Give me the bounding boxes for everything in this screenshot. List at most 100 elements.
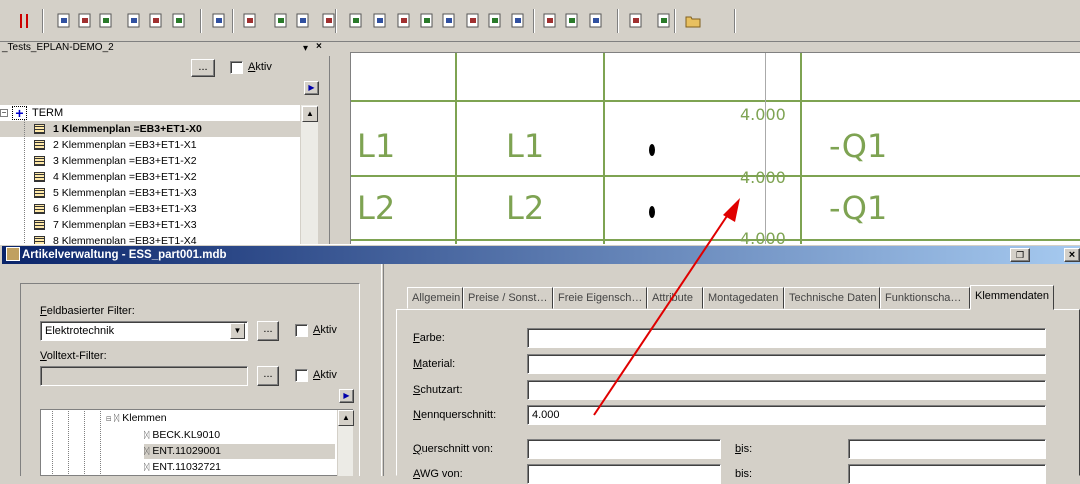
frame-icon[interactable] (540, 11, 558, 29)
tab-klemmendaten[interactable]: Klemmendaten (970, 285, 1054, 310)
tree-item-label: 3 Klemmenplan =EB3+ET1-X2 (53, 155, 197, 167)
volltext-aktiv-label: Aktiv (313, 369, 337, 381)
project-icon: + (12, 106, 27, 120)
parts-tree-item[interactable]: ᛞ ENT.11032721 (144, 460, 335, 475)
app-icon (6, 247, 20, 261)
cross-ref-icon[interactable] (319, 11, 337, 29)
aktiv-checkbox[interactable] (230, 61, 243, 74)
pane-expand-button[interactable]: ▶ (339, 389, 354, 403)
panel-title: _Tests_EPLAN-DEMO_2 (0, 42, 330, 56)
bis-input-1[interactable] (848, 439, 1046, 459)
nennquerschnitt-input[interactable]: 4.000 (527, 405, 1046, 425)
copy-icon[interactable] (54, 11, 72, 29)
parts-tree-item[interactable]: ⊟ ᛞ Klemmen (106, 411, 335, 426)
tab-technische-daten[interactable]: Technische Daten (784, 287, 880, 309)
page-icon (34, 236, 45, 244)
tree-item[interactable]: 3 Klemmenplan =EB3+ET1-X2 (0, 153, 300, 169)
select-icon[interactable] (271, 11, 289, 29)
tab-funktionscha[interactable]: Funktionscha… (880, 287, 970, 309)
move-up-icon[interactable] (124, 11, 142, 29)
dialog-title: Artikelverwaltung - ESS_part001.mdb (22, 249, 227, 261)
parts-tree-item[interactable]: ᛞ ENT.11029001 (144, 444, 335, 459)
report-icon[interactable] (240, 11, 258, 29)
cell-q1-b: -Q1 (829, 189, 888, 227)
material-input[interactable] (527, 354, 1046, 374)
connection-dot-2 (649, 206, 655, 218)
collapse-icon[interactable]: − (0, 109, 8, 117)
tree-item[interactable]: 4 Klemmenplan =EB3+ET1-X2 (0, 169, 300, 185)
parts-tree-scrollbar[interactable]: ▲ (337, 410, 354, 476)
aktiv-label: Aktiv (248, 61, 272, 73)
terminal-icon: ᛞ (144, 446, 150, 456)
part-icon[interactable] (394, 11, 412, 29)
plug-icon[interactable] (439, 11, 457, 29)
table-icon[interactable] (209, 11, 227, 29)
stop-icon[interactable] (14, 11, 32, 29)
collapse-icon: ⊟ ᛞ (106, 413, 120, 423)
tree-scrollbar[interactable]: ▲ (300, 105, 318, 244)
querschnitt-von-label: Querschnitt von: (413, 443, 494, 455)
schutzart-input[interactable] (527, 380, 1046, 400)
volltext-aktiv-checkbox[interactable] (295, 369, 308, 382)
open-folder-icon[interactable] (683, 11, 701, 29)
schematic-page[interactable]: L1 L1 -Q1 L2 L2 -Q1 4.000 4.000 4.000 (350, 52, 1080, 248)
filter-aktiv-label: Aktiv (313, 324, 337, 336)
close-button[interactable]: × (1064, 248, 1080, 262)
tree-item[interactable]: 8 Klemmenplan =EB3+ET1-X4 (0, 233, 300, 244)
page-icon (34, 124, 45, 134)
properties-icon[interactable] (96, 11, 114, 29)
move-down-icon[interactable] (146, 11, 164, 29)
tab-montagedaten[interactable]: Montagedaten (703, 287, 784, 309)
device-icon[interactable] (370, 11, 388, 29)
tab-preise-sonst[interactable]: Preise / Sonst… (463, 287, 553, 309)
panel-expand-button[interactable]: ▶ (304, 81, 319, 95)
volltext-browse-button[interactable]: ... (257, 366, 279, 386)
cart-icon[interactable] (626, 11, 644, 29)
page-icon (34, 220, 45, 230)
tree-root-label: TERM (32, 107, 64, 119)
dialog-titlebar: Artikelverwaltung - ESS_part001.mdb (2, 246, 1080, 264)
field-filter-select[interactable]: Elektrotechnik ▼ (40, 321, 248, 341)
tree-item[interactable]: 1 Klemmenplan =EB3+ET1-X0 (0, 121, 300, 137)
tree-item[interactable]: 5 Klemmenplan =EB3+ET1-X3 (0, 185, 300, 201)
panel-menu-icon[interactable]: ▾ (303, 43, 308, 54)
farbe-input[interactable] (527, 328, 1046, 348)
wire-icon[interactable] (463, 11, 481, 29)
tab-freie-eigensch[interactable]: Freie Eigensch… (553, 287, 647, 309)
page-icon (34, 156, 45, 166)
hatch-icon[interactable] (508, 11, 526, 29)
tree-item[interactable]: 2 Klemmenplan =EB3+ET1-X1 (0, 137, 300, 153)
filter-browse-button-2[interactable]: ... (257, 321, 279, 341)
tree-item[interactable]: 7 Klemmenplan =EB3+ET1-X3 (0, 217, 300, 233)
parts-scroll-up-icon[interactable]: ▲ (338, 410, 354, 426)
tab-allgemein[interactable]: Allgemein (407, 287, 463, 309)
volltext-input[interactable] (40, 366, 248, 386)
filter-browse-button[interactable]: ... (191, 59, 215, 77)
move-right-icon[interactable] (169, 11, 187, 29)
parts-tree-label: ENT.11032721 (152, 461, 222, 473)
value-2: 4.000 (740, 168, 786, 187)
terminal-icon[interactable] (346, 11, 364, 29)
awg-von-input[interactable] (527, 464, 721, 484)
filter-aktiv-checkbox[interactable] (295, 324, 308, 337)
tab-attribute[interactable]: Attribute (647, 287, 703, 309)
panel-close-icon[interactable]: × (316, 41, 322, 52)
new-page-icon[interactable] (75, 11, 93, 29)
pane-splitter[interactable] (381, 264, 384, 476)
parts-db-icon[interactable] (654, 11, 672, 29)
scroll-up-icon[interactable]: ▲ (302, 106, 318, 122)
main-toolbar (0, 0, 1080, 42)
tree-item-label: 6 Klemmenplan =EB3+ET1-X3 (53, 203, 197, 215)
connect-icon[interactable] (293, 11, 311, 29)
cable-icon[interactable] (417, 11, 435, 29)
connection-dot-1 (649, 144, 655, 156)
bis-input-2[interactable] (848, 464, 1046, 484)
edit-icon[interactable] (485, 11, 503, 29)
window-text-icon[interactable] (586, 11, 604, 29)
restore-button[interactable]: ❐ (1010, 248, 1030, 262)
tree-item[interactable]: 6 Klemmenplan =EB3+ET1-X3 (0, 201, 300, 217)
chevron-down-icon[interactable]: ▼ (230, 323, 245, 339)
querschnitt-von-input[interactable] (527, 439, 721, 459)
parts-tree-item[interactable]: ᛞ BECK.KL9010 (144, 428, 335, 443)
window-icon[interactable] (562, 11, 580, 29)
